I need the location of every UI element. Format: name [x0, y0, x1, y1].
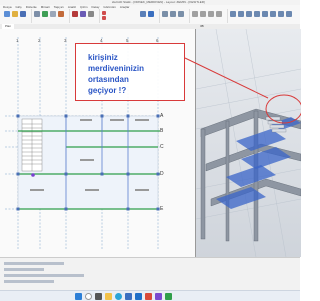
status-tools — [4, 262, 84, 283]
annotation-callout: kirişiniz merdiveninizin ortasından geçi… — [75, 43, 185, 101]
explorer-icon[interactable] — [105, 292, 112, 300]
app-icon-3[interactable] — [165, 292, 172, 300]
windows-start-icon[interactable] — [75, 292, 82, 300]
app-icon[interactable] — [145, 292, 152, 300]
search-icon[interactable] — [85, 292, 92, 300]
taskbar — [0, 290, 300, 301]
edge-icon[interactable] — [115, 292, 122, 300]
task-view-icon[interactable] — [95, 292, 102, 300]
mail-icon[interactable] — [135, 292, 142, 300]
store-icon[interactable] — [125, 292, 132, 300]
app-icon-2[interactable] — [155, 292, 162, 300]
annotation-text: kirişiniz merdiveninizin ortasından geçi… — [88, 53, 145, 95]
status-bar — [0, 257, 300, 291]
